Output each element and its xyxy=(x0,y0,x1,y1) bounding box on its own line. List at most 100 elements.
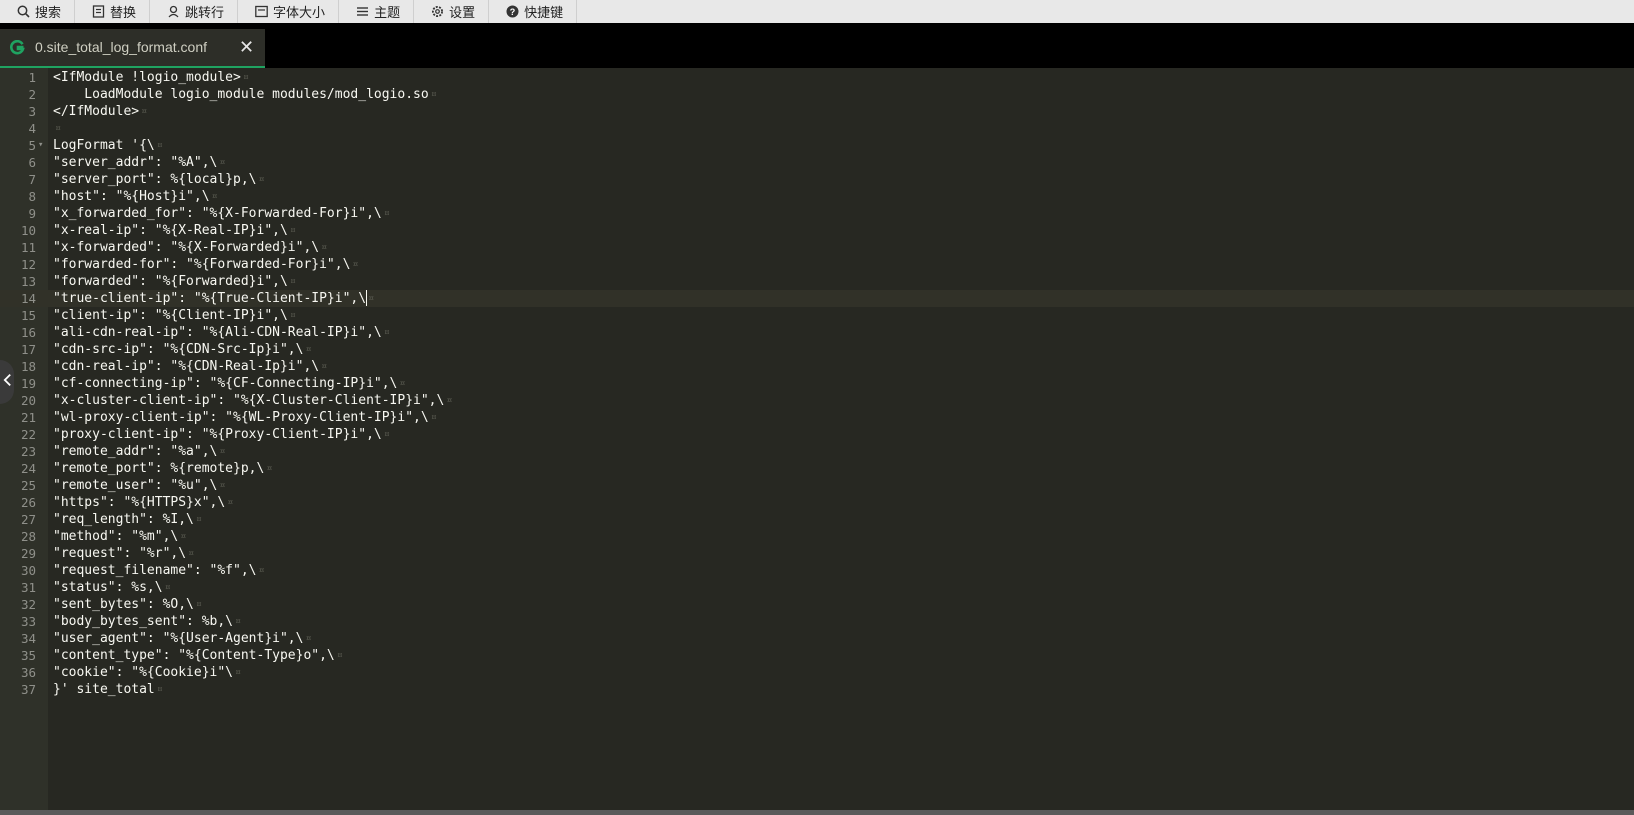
settings-label: 设置 xyxy=(449,5,476,20)
shortcuts-button[interactable]: ? 快捷键 xyxy=(489,0,578,23)
end-of-line-marker: ¤ xyxy=(235,616,242,627)
goto-line-icon xyxy=(167,5,180,18)
end-of-line-marker: ¤ xyxy=(156,684,163,695)
code-line[interactable]: 36 "cookie": "%{Cookie}i"\ ¤ xyxy=(0,664,1634,681)
font-size-button[interactable]: 字体大小 xyxy=(238,0,340,23)
code-text: "https": "%{HTTPS}x",\ xyxy=(53,495,226,510)
line-number: 3 xyxy=(28,104,36,119)
code-line[interactable]: 19 "cf-connecting-ip": "%{CF-Connecting-I… xyxy=(0,375,1634,392)
end-of-line-marker: ¤ xyxy=(164,582,171,593)
code-line[interactable]: 6 "server_addr": "%A",\ ¤ xyxy=(0,154,1634,171)
line-number: 15 xyxy=(20,308,36,323)
code-line[interactable]: 22 "proxy-client-ip": "%{Proxy-Client-IP}… xyxy=(0,426,1634,443)
code-line[interactable]: 25 "remote_user": "%u",\ ¤ xyxy=(0,477,1634,494)
code-line[interactable]: 15 "client-ip": "%{Client-IP}i",\ ¤ xyxy=(0,307,1634,324)
code-line[interactable]: 29 "request": "%r",\ ¤ xyxy=(0,545,1634,562)
theme-button[interactable]: 主题 xyxy=(339,0,415,23)
line-number: 9 xyxy=(28,206,36,221)
code-text: "x-cluster-client-ip": "%{X-Cluster-Clie… xyxy=(53,393,445,408)
line-number: 12 xyxy=(20,257,36,272)
file-icon xyxy=(10,39,25,55)
end-of-line-marker: ¤ xyxy=(266,463,273,474)
line-number: 36 xyxy=(20,665,36,680)
code-line[interactable]: 27 "req_length": %I,\ ¤ xyxy=(0,511,1634,528)
code-text: "forwarded": "%{Forwarded}i",\ xyxy=(53,274,288,289)
end-of-line-marker: ¤ xyxy=(211,191,218,202)
code-line[interactable]: 30 "request_filename": "%f",\ ¤ xyxy=(0,562,1634,579)
settings-button[interactable]: 设置 xyxy=(414,0,490,23)
tab-title: 0.site_total_log_format.conf xyxy=(35,39,207,55)
end-of-line-marker: ¤ xyxy=(289,225,296,236)
code-line[interactable]: 1 <IfModule !logio_module> ¤ xyxy=(0,69,1634,86)
code-line[interactable]: 18 "cdn-real-ip": "%{CDN-Real-Ip}i",\ ¤ xyxy=(0,358,1634,375)
code-text: "server_addr": "%A",\ xyxy=(53,155,218,170)
close-icon[interactable]: ✕ xyxy=(239,38,254,56)
code-line[interactable]: 23 "remote_addr": "%a",\ ¤ xyxy=(0,443,1634,460)
line-number: 25 xyxy=(20,478,36,493)
end-of-line-marker: ¤ xyxy=(219,480,226,491)
code-line[interactable]: 2 LoadModule logio_module modules/mod_lo… xyxy=(0,86,1634,103)
code-line[interactable]: 7 "server_port": %{local}p,\ ¤ xyxy=(0,171,1634,188)
code-editor[interactable]: 1 <IfModule !logio_module> ¤ 2 LoadModule l… xyxy=(0,68,1634,810)
horizontal-scrollbar[interactable] xyxy=(0,810,1634,815)
replace-button[interactable]: 替换 xyxy=(75,0,151,23)
code-line[interactable]: 28 "method": "%m",\ ¤ xyxy=(0,528,1634,545)
code-text: LogFormat '{\ xyxy=(53,138,155,153)
end-of-line-marker: ¤ xyxy=(352,259,359,270)
code-line[interactable]: 5 ▾ LogFormat '{\ ¤ xyxy=(0,137,1634,154)
code-line[interactable]: 35 "content_type": "%{Content-Type}o",\ ¤ xyxy=(0,647,1634,664)
code-text: "true-client-ip": "%{True-Client-IP}i",\ xyxy=(53,291,367,306)
fold-toggle-icon[interactable]: ▾ xyxy=(38,137,43,154)
line-number: 37 xyxy=(20,682,36,697)
code-line[interactable]: 11 "x-forwarded": "%{X-Forwarded}i",\ ¤ xyxy=(0,239,1634,256)
text-cursor xyxy=(366,290,368,306)
code-line[interactable]: 4 ¤ xyxy=(0,120,1634,137)
code-line[interactable]: 17 "cdn-src-ip": "%{CDN-Src-Ip}i",\ ¤ xyxy=(0,341,1634,358)
code-line[interactable]: 8 "host": "%{Host}i",\ ¤ xyxy=(0,188,1634,205)
code-line[interactable]: 21 "wl-proxy-client-ip": "%{WL-Proxy-Clie… xyxy=(0,409,1634,426)
code-text: "request_filename": "%f",\ xyxy=(53,563,257,578)
replace-label: 替换 xyxy=(110,5,137,20)
end-of-line-marker: ¤ xyxy=(383,327,390,338)
code-line[interactable]: 37}' site_total ¤ xyxy=(0,681,1634,698)
code-line[interactable]: 10 "x-real-ip": "%{X-Real-IP}i",\ ¤ xyxy=(0,222,1634,239)
line-number: 16 xyxy=(20,325,36,340)
end-of-line-marker: ¤ xyxy=(227,497,234,508)
gear-icon xyxy=(431,5,444,18)
code-text: "content_type": "%{Content-Type}o",\ xyxy=(53,648,335,663)
code-line[interactable]: 24 "remote_port": %{remote}p,\ ¤ xyxy=(0,460,1634,477)
goto-line-label: 跳转行 xyxy=(185,5,225,20)
code-line[interactable]: 16 "ali-cdn-real-ip": "%{Ali-CDN-Real-IP}… xyxy=(0,324,1634,341)
line-number: 31 xyxy=(20,580,36,595)
goto-line-button[interactable]: 跳转行 xyxy=(150,0,239,23)
code-text: "request": "%r",\ xyxy=(53,546,187,561)
code-line[interactable]: 20 "x-cluster-client-ip": "%{X-Cluster-Cl… xyxy=(0,392,1634,409)
code-line[interactable]: 14 "true-client-ip": "%{True-Client-IP}i"… xyxy=(0,290,1634,307)
line-number: 28 xyxy=(20,529,36,544)
end-of-line-marker: ¤ xyxy=(321,361,328,372)
code-text: "req_length": %I,\ xyxy=(53,512,194,527)
search-button[interactable]: 搜索 xyxy=(0,0,76,23)
code-line[interactable]: 12 "forwarded-for": "%{Forwarded-For}i",\… xyxy=(0,256,1634,273)
code-text: "client-ip": "%{Client-IP}i",\ xyxy=(53,308,288,323)
code-line[interactable]: 33 "body_bytes_sent": %b,\ ¤ xyxy=(0,613,1634,630)
line-number: 30 xyxy=(20,563,36,578)
code-line[interactable]: 13 "forwarded": "%{Forwarded}i",\ ¤ xyxy=(0,273,1634,290)
code-line[interactable]: 9 "x_forwarded_for": "%{X-Forwarded-For}i… xyxy=(0,205,1634,222)
code-line[interactable]: 3 </IfModule> ¤ xyxy=(0,103,1634,120)
code-text: "method": "%m",\ xyxy=(53,529,179,544)
code-line[interactable]: 34 "user_agent": "%{User-Agent}i",\ ¤ xyxy=(0,630,1634,647)
code-text: "cf-connecting-ip": "%{CF-Connecting-IP}… xyxy=(53,376,398,391)
code-text: "proxy-client-ip": "%{Proxy-Client-IP}i"… xyxy=(53,427,382,442)
code-line[interactable]: 32 "sent_bytes": %O,\ ¤ xyxy=(0,596,1634,613)
code-line[interactable]: 26 "https": "%{HTTPS}x",\ ¤ xyxy=(0,494,1634,511)
code-text: "cdn-real-ip": "%{CDN-Real-Ip}i",\ xyxy=(53,359,320,374)
tab-file[interactable]: 0.site_total_log_format.conf ✕ xyxy=(0,29,265,68)
code-text: "x-forwarded": "%{X-Forwarded}i",\ xyxy=(53,240,320,255)
end-of-line-marker: ¤ xyxy=(219,157,226,168)
line-number: 24 xyxy=(20,461,36,476)
code-lines: 1 <IfModule !logio_module> ¤ 2 LoadModule l… xyxy=(0,69,1634,698)
code-text: "x-real-ip": "%{X-Real-IP}i",\ xyxy=(53,223,288,238)
line-number: 2 xyxy=(28,87,36,102)
code-line[interactable]: 31 "status": %s,\ ¤ xyxy=(0,579,1634,596)
